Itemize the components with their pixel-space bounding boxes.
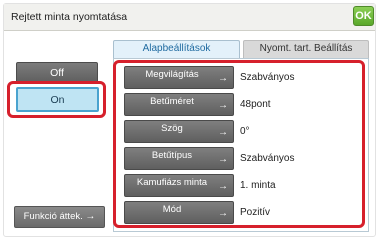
mode-button[interactable]: Mód → xyxy=(124,201,234,224)
tab-print-content-settings[interactable]: Nyomt. tart. Beállítás xyxy=(243,40,369,58)
arrow-right-icon: → xyxy=(218,208,228,219)
illumination-button[interactable]: Megvilágítás → xyxy=(124,66,234,89)
font-size-button[interactable]: Betűméret → xyxy=(124,93,234,116)
camouflage-pattern-value: 1. minta xyxy=(240,180,276,191)
arrow-right-icon: → xyxy=(218,181,228,192)
font-size-value: 48pont xyxy=(240,99,271,110)
setting-label: Betűméret xyxy=(150,96,194,107)
ok-button[interactable]: OK xyxy=(353,6,374,26)
font-type-button[interactable]: Betűtípus → xyxy=(124,147,234,170)
camouflage-pattern-button[interactable]: Kamufiázs minta → xyxy=(124,174,234,197)
arrow-right-icon: → xyxy=(218,73,228,84)
arrow-right-icon: → xyxy=(218,154,228,165)
setting-label: Betűtípus xyxy=(151,150,193,161)
setting-row-camouflage-pattern: Kamufiázs minta → xyxy=(124,174,234,197)
angle-button[interactable]: Szög → xyxy=(124,120,234,143)
arrow-right-icon: → xyxy=(218,100,228,111)
setting-row-font-type: Betűtípus → xyxy=(124,147,234,170)
title-bar: Rejtett minta nyomtatása OK xyxy=(4,4,375,31)
mode-value: Pozitív xyxy=(240,207,271,218)
setting-label: Mód xyxy=(162,204,182,215)
arrow-right-icon: → xyxy=(85,211,96,222)
tab-basic-settings[interactable]: Alapbeállítások xyxy=(113,40,240,58)
angle-value: 0° xyxy=(240,126,250,137)
setting-label: Szög xyxy=(161,123,183,134)
setting-label: Kamufiázs minta xyxy=(136,177,208,188)
setting-row-font-size: Betűméret → xyxy=(124,93,234,116)
function-review-button[interactable]: Funkció áttek. → xyxy=(14,206,105,228)
on-button[interactable]: On xyxy=(16,87,99,112)
arrow-right-icon: → xyxy=(218,127,228,138)
setting-row-angle: Szög → xyxy=(124,120,234,143)
setting-label: Megvilágítás xyxy=(145,69,199,80)
dialog-title: Rejtett minta nyomtatása xyxy=(11,11,128,23)
font-type-value: Szabványos xyxy=(240,153,295,164)
function-review-label: Funkció áttek. xyxy=(23,211,83,222)
setting-row-illumination: Megvilágítás → xyxy=(124,66,234,89)
illumination-value: Szabványos xyxy=(240,72,295,83)
setting-row-mode: Mód → xyxy=(124,201,234,224)
